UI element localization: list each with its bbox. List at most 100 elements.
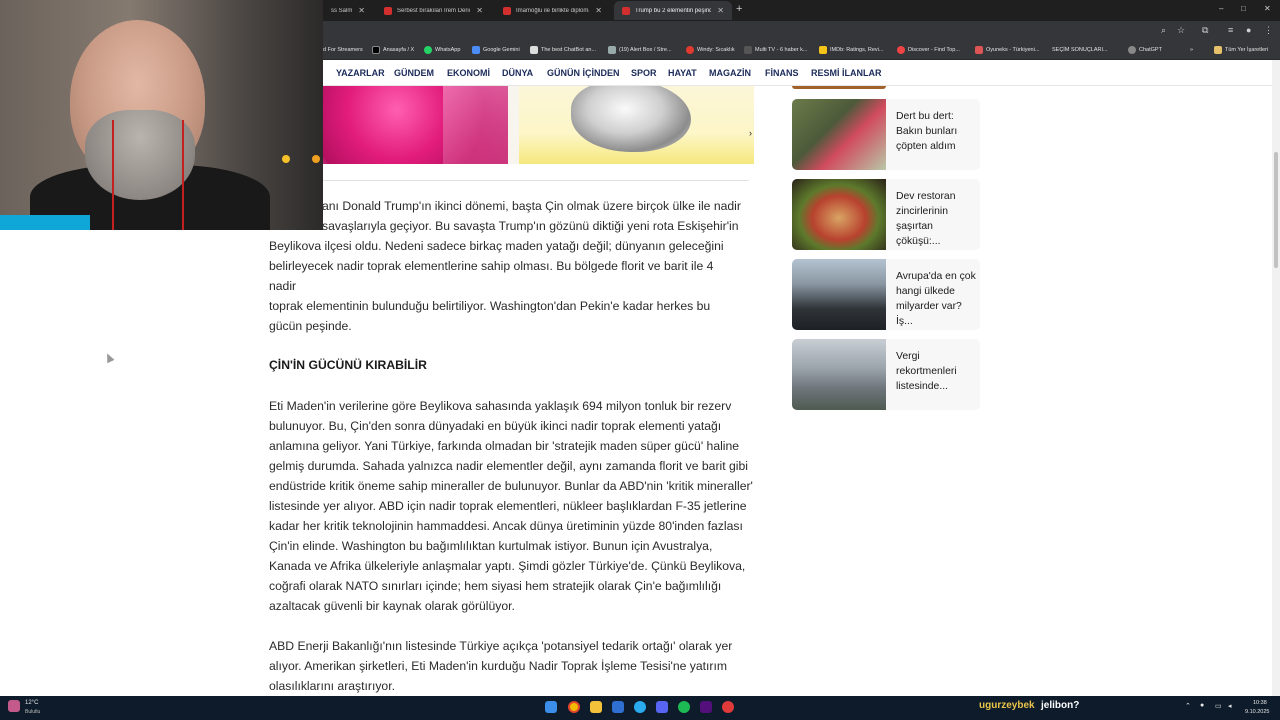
site-favicon: [384, 6, 392, 15]
gemini-icon: [472, 46, 480, 54]
nav-finans[interactable]: FİNANS: [765, 68, 799, 78]
nav-hayat[interactable]: HAYAT: [668, 68, 697, 78]
bookmark-item[interactable]: d For Streamers: [323, 44, 363, 56]
nav-spor[interactable]: SPOR: [631, 68, 657, 78]
chrome-icon[interactable]: [568, 701, 580, 713]
discover-icon: [897, 46, 905, 54]
bookmark-item[interactable]: IMDb: Ratings, Revi...: [819, 44, 884, 56]
article-paragraph-1-rest: Beylikova ilçesi oldu. Nedeni sadece bir…: [269, 239, 724, 293]
extensions-icon[interactable]: ⧉: [1202, 25, 1208, 36]
clock-date[interactable]: 9.10.2025: [1245, 709, 1269, 715]
close-icon[interactable]: ✕: [476, 6, 483, 15]
bookmark-star-icon[interactable]: ☆: [1177, 25, 1185, 36]
close-icon[interactable]: ✕: [358, 6, 365, 15]
webcam-person-beard: [85, 110, 195, 200]
bookmark-label: Tüm Yer İşaretleri: [1225, 47, 1269, 53]
new-tab-button[interactable]: +: [736, 3, 742, 15]
chatgpt-icon: [1128, 46, 1136, 54]
tab-title: ss Salman a: [331, 7, 353, 14]
bookmark-label: Windy: Sıcaklık: [697, 47, 735, 53]
media-icon[interactable]: ≡: [1228, 25, 1233, 35]
browser-tab-3[interactable]: İmamoğlu ile birlikte diploması ✕: [495, 1, 610, 20]
microphone-icon[interactable]: ●: [1200, 702, 1204, 709]
recording-app-icon[interactable]: [722, 701, 734, 713]
bookmark-label: Multi TV - 6 haber k...: [755, 47, 808, 53]
volume-icon[interactable]: ◂: [1228, 702, 1232, 710]
bookmark-item[interactable]: Anasayfa / X: [372, 44, 414, 56]
tab-title: Serbest bırakılan İrem Derici, sı: [397, 7, 471, 14]
weather-icon[interactable]: [8, 700, 20, 712]
chat-username: ugurzeybek: [979, 700, 1035, 711]
network-icon[interactable]: ▭: [1215, 702, 1222, 710]
divider: [323, 180, 749, 181]
sidebar-card-4[interactable]: Vergi rekortmenleri listesinde...: [792, 339, 980, 410]
article-paragraph-1-end: toprak elementinin bulunduğu belirtiliyo…: [269, 299, 711, 333]
close-icon[interactable]: ✕: [595, 6, 602, 15]
bookmark-label: Anasayfa / X: [383, 47, 415, 53]
bookmark-item[interactable]: Windy: Sıcaklık: [686, 44, 735, 56]
chatbot-icon: [530, 46, 538, 54]
windows-start-icon[interactable]: [545, 701, 557, 713]
menu-icon[interactable]: ⋮: [1264, 25, 1273, 36]
tab-title: İmamoğlu ile birlikte diploması: [516, 7, 590, 14]
nav-resmi-ilanlar[interactable]: RESMİ İLANLAR: [811, 68, 882, 78]
bookmark-item[interactable]: Oyuneks - Türkiyeni...: [975, 44, 1039, 56]
sidebar-card-partial[interactable]: [792, 86, 886, 89]
nav-gunun-icinden[interactable]: GÜNÜN İÇİNDEN: [547, 68, 620, 78]
chevron-right-icon[interactable]: ›: [749, 128, 752, 138]
close-icon[interactable]: ✕: [717, 6, 724, 15]
bookmark-item[interactable]: SEÇİM SONUÇLARI...: [1052, 44, 1108, 56]
bookmark-item[interactable]: ChatGPT: [1128, 44, 1162, 56]
spotify-icon[interactable]: [678, 701, 690, 713]
weather-desc[interactable]: Bulutlu: [25, 709, 40, 715]
card-4-title[interactable]: Vergi rekortmenleri listesinde...: [896, 349, 978, 394]
imdb-icon: [819, 46, 827, 54]
card-1-title[interactable]: Dert bu dert: Bakın bunları çöpten aldım: [896, 109, 978, 154]
sidebar-card-3[interactable]: Avrupa'da en çok hangi ülkede milyarder …: [792, 259, 980, 330]
card-3-thumbnail: [792, 259, 886, 330]
site-favicon: [503, 6, 511, 15]
card-2-title[interactable]: Dev restoran zincirlerinin şaşırtan çökü…: [896, 189, 978, 249]
multitv-icon: [744, 46, 752, 54]
mouse-cursor: [103, 351, 115, 364]
telegram-icon[interactable]: [634, 701, 646, 713]
bookmark-label: Google Gemini: [483, 47, 520, 53]
headphone-cord: [112, 120, 114, 230]
bookmark-item[interactable]: The best ChatBot an...: [530, 44, 596, 56]
browser-tab-1[interactable]: ss Salman a ✕: [323, 1, 373, 20]
nav-magazin[interactable]: MAGAZİN: [709, 68, 751, 78]
bookmark-item[interactable]: (19) Alert Box / Stre...: [608, 44, 672, 56]
bookmark-item[interactable]: WhatsApp: [424, 44, 460, 56]
bookmark-item[interactable]: Google Gemini: [472, 44, 520, 56]
light-bulb: [282, 155, 290, 163]
site-favicon: [622, 6, 630, 15]
nav-yazarlar[interactable]: YAZARLAR: [336, 68, 385, 78]
file-explorer-icon[interactable]: [590, 701, 602, 713]
article-paragraph-3: ABD Enerji Bakanlığı'nın listesinde Türk…: [269, 639, 733, 693]
zoom-icon[interactable]: ⌕: [1161, 25, 1166, 36]
all-bookmarks[interactable]: Tüm Yer İşaretleri: [1214, 44, 1268, 56]
app-icon[interactable]: [612, 701, 624, 713]
clock-time[interactable]: 10:38: [1253, 700, 1267, 706]
maximize-button[interactable]: □: [1241, 4, 1246, 13]
chevron-up-icon[interactable]: ⌃: [1185, 702, 1191, 710]
streaming-app-icon[interactable]: [700, 701, 712, 713]
sidebar-card-2[interactable]: Dev restoran zincirlerinin şaşırtan çökü…: [792, 179, 980, 250]
bookmarks-overflow[interactable]: »: [1190, 44, 1193, 56]
nav-ekonomi[interactable]: EKONOMİ: [447, 68, 490, 78]
page-scrollbar-thumb[interactable]: [1274, 152, 1278, 268]
bookmark-item[interactable]: Multi TV - 6 haber k...: [744, 44, 807, 56]
nav-dunya[interactable]: DÜNYA: [502, 68, 533, 78]
minimize-button[interactable]: –: [1219, 4, 1223, 13]
discord-icon[interactable]: [656, 701, 668, 713]
weather-temp[interactable]: 12°C: [25, 700, 38, 706]
browser-tab-4-active[interactable]: Trump bu 2 elementin peşinde ✕: [614, 1, 732, 20]
close-window-button[interactable]: ✕: [1264, 4, 1271, 13]
bookmark-item[interactable]: Discover - Find Top...: [897, 44, 960, 56]
nav-gundem[interactable]: GÜNDEM: [394, 68, 434, 78]
profile-icon[interactable]: ●: [1246, 25, 1251, 35]
browser-tab-2[interactable]: Serbest bırakılan İrem Derici, sı ✕: [376, 1, 491, 20]
card-3-title[interactable]: Avrupa'da en çok hangi ülkede milyarder …: [896, 269, 978, 329]
sidebar-card-1[interactable]: Dert bu dert: Bakın bunları çöpten aldım: [792, 99, 980, 170]
x-icon: [372, 46, 380, 54]
